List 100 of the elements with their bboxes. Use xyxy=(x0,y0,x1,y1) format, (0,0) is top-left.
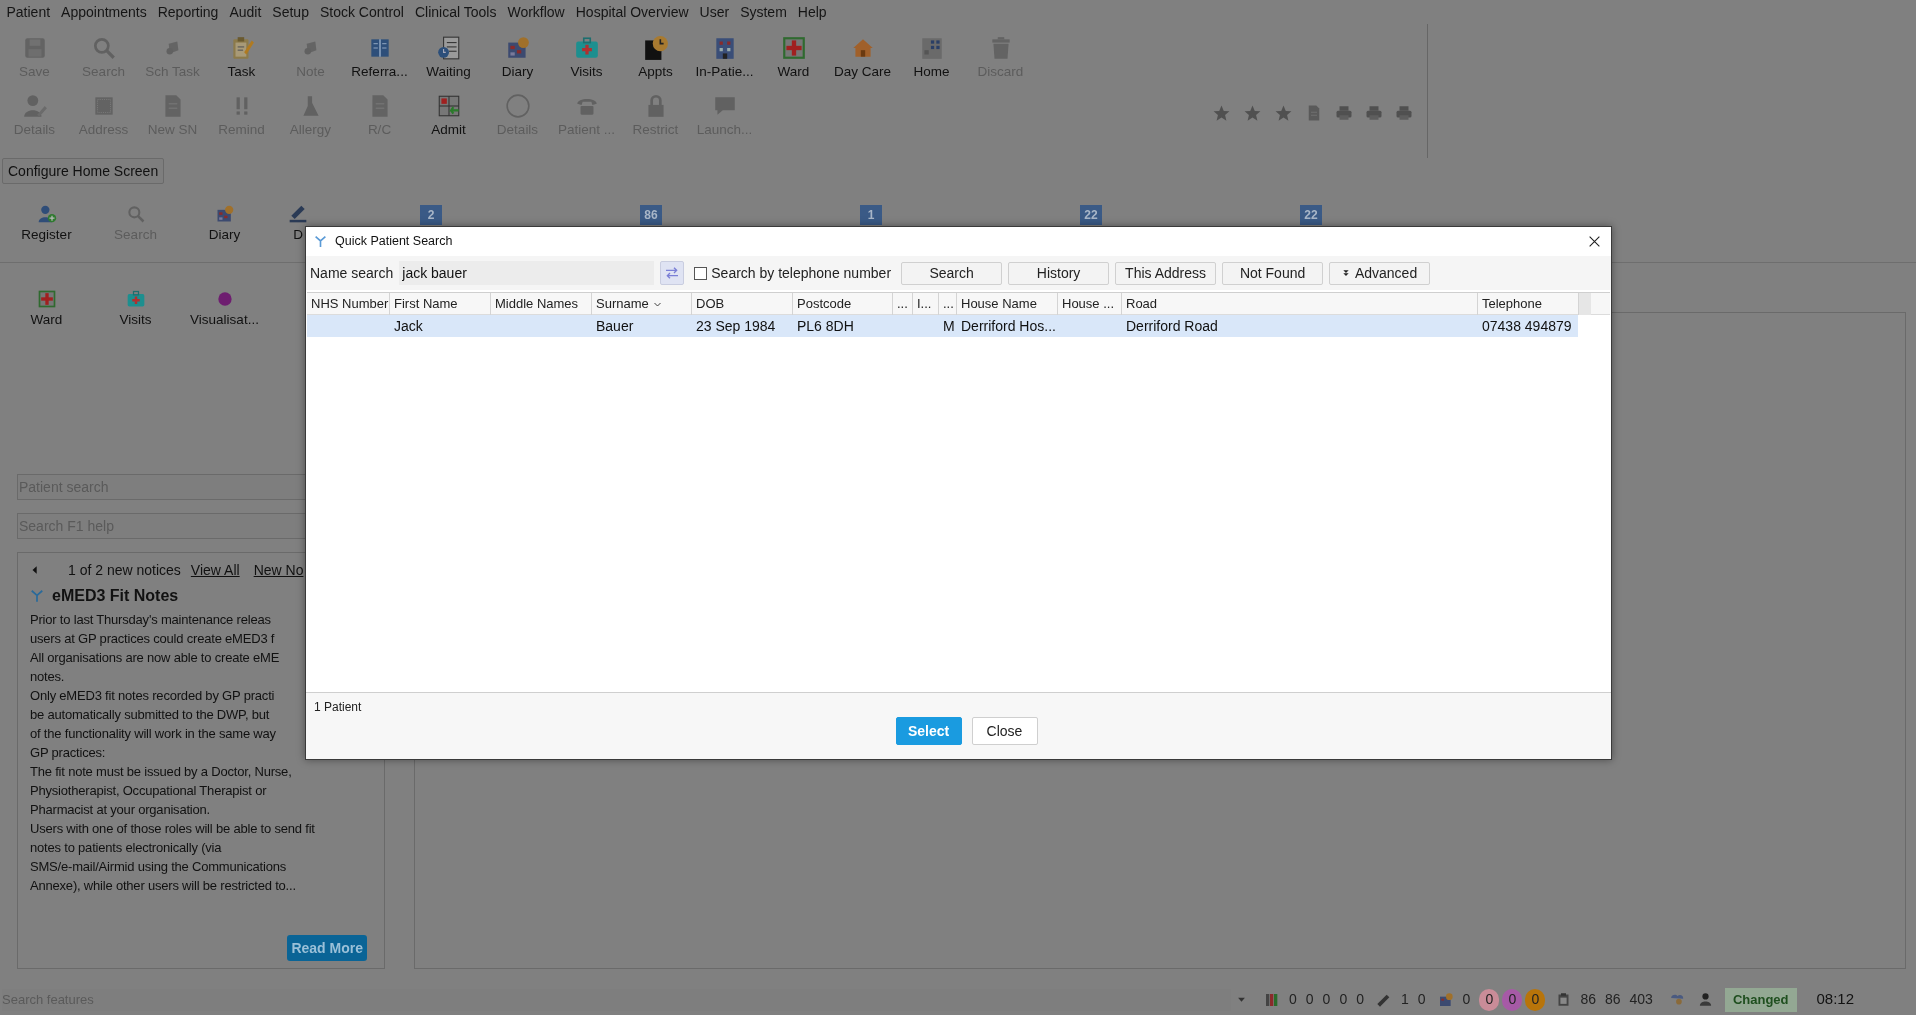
count-badge: 22 xyxy=(1080,205,1102,225)
toolbar-button[interactable]: This Address xyxy=(1115,261,1217,285)
pencil-tray-icon xyxy=(288,203,308,224)
menu-item[interactable]: Appointments xyxy=(55,2,153,22)
clipboard-icon xyxy=(1556,992,1572,1007)
toolbar-button[interactable]: In-Patie... xyxy=(690,28,759,86)
toolbar-button[interactable]: Home xyxy=(897,28,966,86)
toolbar-button[interactable]: Ward xyxy=(759,28,828,86)
read-more-button[interactable]: Read More xyxy=(287,935,367,961)
patient-count: 1 Patient xyxy=(313,699,363,716)
notice-link[interactable]: View All xyxy=(190,559,240,581)
telephone-checkbox[interactable] xyxy=(694,266,708,280)
table-cell-text: Bauer xyxy=(595,316,635,336)
swap-arrows-icon xyxy=(664,265,681,281)
dropdown-caret-icon xyxy=(1237,995,1246,1004)
search-icon xyxy=(125,203,146,224)
menu-item[interactable]: Audit xyxy=(223,2,267,22)
table-cell-text: Jack xyxy=(393,316,424,336)
star-icon xyxy=(1274,103,1293,123)
list-clock-icon xyxy=(435,34,462,61)
toolbar-button[interactable]: Search xyxy=(901,261,1003,285)
notice-title: eMED3 Fit Notes xyxy=(52,586,179,606)
toolbar-button[interactable]: Appts xyxy=(621,28,690,86)
launcher-button[interactable]: Visualisat... xyxy=(180,283,269,333)
menu-item[interactable]: System xyxy=(734,2,793,22)
star-icon xyxy=(1243,103,1262,123)
menu-item[interactable]: Setup xyxy=(266,2,315,22)
menu-item[interactable]: User xyxy=(694,2,735,22)
menu-item[interactable]: Hospital Overview xyxy=(570,2,695,22)
person-plus-icon xyxy=(36,203,57,224)
menu-item[interactable]: Clinical Tools xyxy=(409,2,502,22)
logo-icon xyxy=(314,234,327,249)
status-badge: Changed xyxy=(1724,987,1797,1012)
notice-paragraph: The fit note must be issued by a Doctor, Nurse, Physiotherapist, Occupational Therapist or Pharmacist at your organisation. xyxy=(30,763,292,819)
swap-button[interactable] xyxy=(660,261,685,285)
person-pencil-icon xyxy=(21,92,48,119)
notice-paragraph: Prior to last Thursday's maintenance releas users at GP practices could create eMED3 f xyxy=(30,611,275,648)
notice-paragraph: Users with one of those roles will be able to send fit notes to patients electronically (via SMS/e-mail/Airmid using the Communications Annexe), while other users will be restricted to... xyxy=(30,820,315,895)
toolbar-button[interactable]: Admit xyxy=(414,86,483,144)
status-count: 0 xyxy=(1339,990,1348,1009)
notice-pager: 1 of 2 new notices xyxy=(68,560,181,580)
launcher-button[interactable]: Visits xyxy=(91,283,180,333)
configure-home-screen-button[interactable]: Configure Home Screen xyxy=(2,158,165,184)
menu-item[interactable]: Patient xyxy=(1,2,56,22)
notice-paragraph: Only eMED3 fit notes recorded by GP practi be automatically submitted to the DWP, but of the functionality will work in the same way GP practices: xyxy=(30,687,276,762)
menu-item[interactable]: Reporting xyxy=(152,2,224,22)
previous-arrow-icon xyxy=(30,565,40,575)
count-badge: 22 xyxy=(1300,205,1322,225)
table-cell-text: M xyxy=(942,316,956,336)
toolbar-button[interactable]: Task xyxy=(207,28,276,86)
count-badge: 86 xyxy=(640,205,662,225)
dialog-title: Quick Patient Search xyxy=(335,233,453,251)
menu-item[interactable]: Stock Control xyxy=(314,2,410,22)
toolbar-button[interactable]: Advanced xyxy=(1329,261,1431,285)
dialog-button[interactable]: Close xyxy=(971,717,1038,745)
dialog-button[interactable]: Select xyxy=(895,717,962,745)
printer-icon xyxy=(1395,104,1413,122)
status-count: 86 xyxy=(1580,990,1596,1009)
double-down-caret-icon xyxy=(1341,269,1350,277)
menu-item[interactable]: Workflow xyxy=(501,2,571,22)
status-count: 0 xyxy=(1289,990,1297,1009)
status-count: 403 xyxy=(1629,990,1653,1009)
patient-row[interactable]: Jack Bauer 23 Sep 1984 PL6 8DH M Derriford Hos... Derriford Road 07438 494879 xyxy=(307,315,1578,337)
menu-item[interactable]: Help xyxy=(792,2,833,22)
close-icon xyxy=(1587,235,1601,248)
status-count: 0 xyxy=(1305,990,1314,1009)
toolbar-button[interactable]: History xyxy=(1008,261,1110,285)
medical-case-icon xyxy=(573,34,600,61)
status-count: 0 xyxy=(1322,990,1331,1009)
name-search-field[interactable]: jack bauer xyxy=(399,261,655,285)
notice-paragraph: All organisations are now able to create eME notes. xyxy=(30,649,280,686)
notebook-clock-icon xyxy=(642,34,669,61)
status-count: 0 xyxy=(1356,990,1364,1009)
status-count: 0 xyxy=(1462,990,1471,1009)
toolbar-button[interactable]: Diary xyxy=(483,28,552,86)
cross-box-icon xyxy=(36,288,57,309)
medical-case-icon xyxy=(125,288,146,309)
toolbar-button[interactable]: Visits xyxy=(552,28,621,86)
table-cell-text: 07438 494879 xyxy=(1481,316,1573,336)
toolbar-button[interactable]: Waiting xyxy=(414,28,483,86)
table-cell-text: PL6 8DH xyxy=(796,316,855,336)
logo-icon xyxy=(30,588,44,604)
toolbar-button[interactable]: Referra... xyxy=(345,28,414,86)
notice-link[interactable]: New No xyxy=(253,559,304,581)
checkbox-label: Search by telephone number xyxy=(711,263,892,283)
launcher-button[interactable]: Ward xyxy=(2,283,91,333)
printer-icon xyxy=(1335,104,1353,122)
cross-box-icon xyxy=(780,34,807,61)
toolbar-button[interactable]: Not Found xyxy=(1222,261,1324,285)
person-icon xyxy=(1697,992,1713,1007)
toolbar-button[interactable]: Day Care xyxy=(828,28,897,86)
launcher-button[interactable]: D xyxy=(269,198,327,248)
table-cell-text: Derriford Hos... xyxy=(960,316,1057,336)
printer-icon xyxy=(1365,104,1383,122)
launcher-button[interactable]: Register xyxy=(2,198,91,248)
circle-icon xyxy=(504,92,531,119)
status-count: 86 xyxy=(1604,990,1621,1009)
launcher-button[interactable]: Diary xyxy=(180,198,269,248)
table-cell-text: 23 Sep 1984 xyxy=(695,316,777,336)
count-badge: 1 xyxy=(860,205,882,225)
